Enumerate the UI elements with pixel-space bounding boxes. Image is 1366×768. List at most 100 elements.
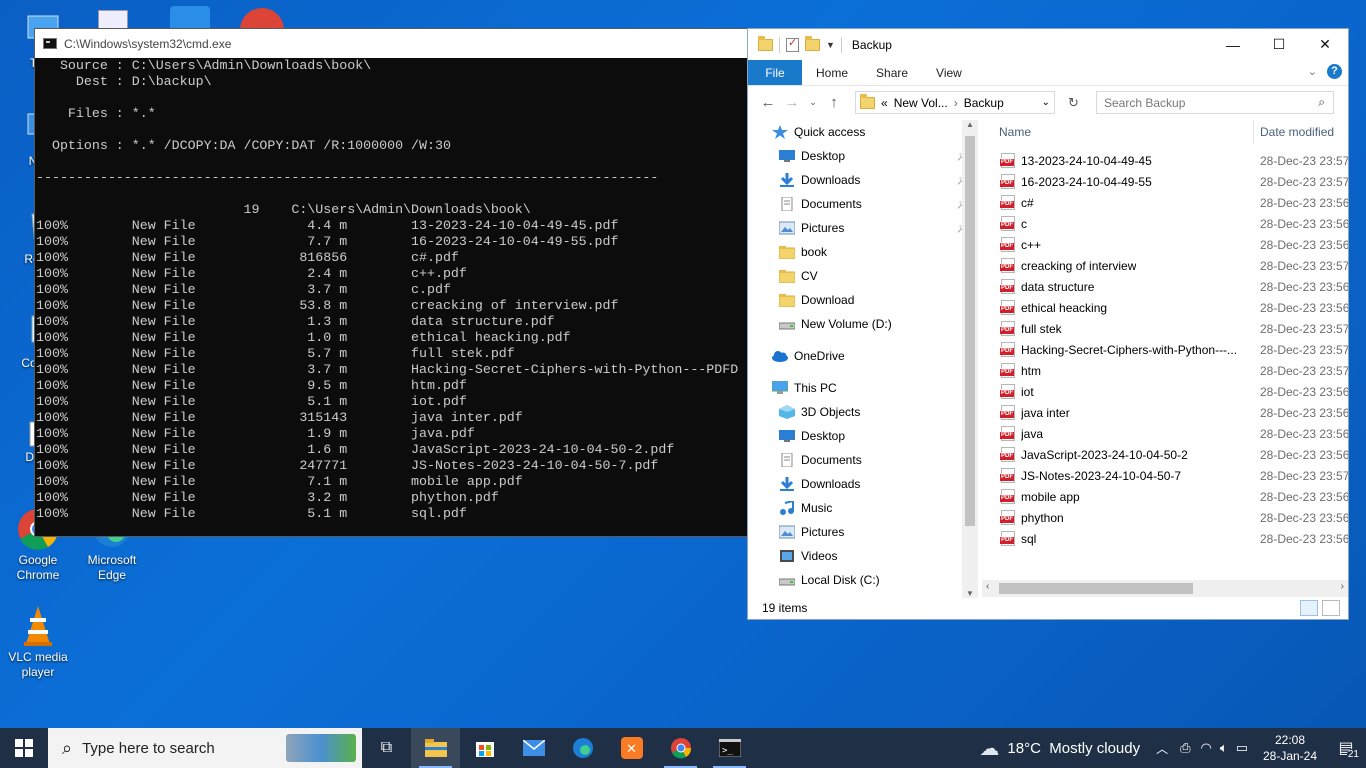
cmd-titlebar[interactable]: C:\Windows\system32\cmd.exe — [35, 29, 747, 58]
nav-item-documents[interactable]: Documents — [748, 448, 979, 472]
file-row[interactable]: htm 28-Dec-23 23:57 — [982, 360, 1348, 381]
battery-icon[interactable]: ▭ — [1236, 740, 1248, 756]
tab-share[interactable]: Share — [862, 60, 922, 85]
wifi-icon[interactable]: ◠ — [1201, 740, 1212, 756]
scroll-right-arrow-icon[interactable]: › — [1341, 581, 1344, 592]
up-arrow-icon[interactable]: ↑ — [822, 94, 846, 111]
nav-item-desktop[interactable]: Desktop📌︎ — [748, 144, 979, 168]
taskbar-file-explorer[interactable] — [411, 728, 460, 768]
taskbar-command-prompt[interactable]: >_ — [705, 728, 754, 768]
nav-item-this-pc[interactable]: This PC — [748, 376, 979, 400]
details-view-icon[interactable] — [1300, 600, 1318, 616]
nav-item-local-disk-c[interactable]: Local Disk (C:) — [748, 568, 979, 592]
word-doc-icon[interactable] — [98, 10, 128, 30]
search-input[interactable]: Search Backup ⌕ — [1096, 91, 1334, 114]
nav-item-new-volume-d[interactable]: New Volume (D:) — [748, 312, 979, 336]
nav-item-cv[interactable]: CV — [748, 264, 979, 288]
large-icons-view-icon[interactable] — [1322, 600, 1340, 616]
file-row[interactable]: c 28-Dec-23 23:56 — [982, 213, 1348, 234]
file-row[interactable]: c# 28-Dec-23 23:56 — [982, 192, 1348, 213]
navigation-pane-scrollbar[interactable]: ▲ ▼ — [962, 120, 978, 598]
file-row[interactable]: 13-2023-24-10-04-49-45 28-Dec-23 23:57 — [982, 150, 1348, 171]
start-button[interactable] — [0, 728, 48, 768]
nav-item-desktop[interactable]: Desktop — [748, 424, 979, 448]
scrollbar-thumb[interactable] — [999, 583, 1193, 594]
file-row[interactable]: creacking of interview 28-Dec-23 23:57 — [982, 255, 1348, 276]
breadcrumb-current[interactable]: Backup — [964, 96, 1004, 110]
file-row[interactable]: 16-2023-24-10-04-49-55 28-Dec-23 23:57 — [982, 171, 1348, 192]
maximize-button[interactable]: ☐ — [1256, 29, 1302, 60]
address-bar[interactable]: « New Vol... › Backup ⌄ — [855, 91, 1055, 114]
weather-text[interactable]: 18°C Mostly cloudy — [1007, 740, 1140, 757]
nav-item-downloads[interactable]: Downloads📌︎ — [748, 168, 979, 192]
cmd-window[interactable]: C:\Windows\system32\cmd.exe Source : C:\… — [34, 28, 748, 537]
customize-toolbar-chevron-icon[interactable]: ▼ — [826, 40, 835, 50]
file-row[interactable]: iot 28-Dec-23 23:56 — [982, 381, 1348, 402]
explorer-window[interactable]: ▼ Backup — ☐ ✕ File Home Share View ⌄ ? … — [747, 28, 1349, 620]
weather-cloud-icon[interactable]: ☁ — [979, 736, 999, 761]
forward-arrow-icon[interactable]: → — [780, 94, 804, 111]
scroll-left-arrow-icon[interactable]: ‹ — [986, 581, 989, 592]
close-button[interactable]: ✕ — [1302, 29, 1348, 60]
nav-item-book[interactable]: book — [748, 240, 979, 264]
file-row[interactable]: java 28-Dec-23 23:56 — [982, 423, 1348, 444]
nav-item-downloads[interactable]: Downloads — [748, 472, 979, 496]
show-hidden-icons-chevron-icon[interactable]: ︿ — [1156, 740, 1168, 757]
nav-item-documents[interactable]: Documents📌︎ — [748, 192, 979, 216]
meet-now-icon[interactable]: ⎙ — [1180, 740, 1190, 756]
new-folder-icon[interactable] — [805, 35, 820, 51]
nav-item-onedrive[interactable]: OneDrive — [748, 344, 979, 368]
taskbar-edge[interactable] — [558, 728, 607, 768]
nav-item-pictures[interactable]: Pictures — [748, 520, 979, 544]
file-row[interactable]: c++ 28-Dec-23 23:56 — [982, 234, 1348, 255]
tab-view[interactable]: View — [922, 60, 976, 85]
nav-item-quick-access[interactable]: Quick access — [748, 120, 979, 144]
nav-item-music[interactable]: Music — [748, 496, 979, 520]
cmd-console-output[interactable]: Source : C:\Users\Admin\Downloads\book\ … — [35, 58, 747, 536]
breadcrumb-separator[interactable]: › — [954, 96, 958, 110]
taskbar-mail[interactable] — [509, 728, 558, 768]
breadcrumb-overflow[interactable]: « — [881, 96, 888, 110]
column-divider[interactable] — [1253, 120, 1254, 144]
nav-item-download[interactable]: Download — [748, 288, 979, 312]
file-row[interactable]: java inter 28-Dec-23 23:56 — [982, 402, 1348, 423]
scrollbar-thumb[interactable] — [965, 136, 975, 526]
volume-icon[interactable]: 🔈︎ — [1220, 740, 1228, 756]
column-header-date-modified[interactable]: Date modified — [1260, 125, 1334, 139]
taskbar-xampp[interactable]: ✕ — [607, 728, 656, 768]
taskbar-chrome[interactable] — [656, 728, 705, 768]
back-arrow-icon[interactable]: ← — [756, 94, 780, 111]
notification-center-button[interactable]: ▤ 21 — [1326, 728, 1366, 768]
file-row[interactable]: JavaScript-2023-24-10-04-50-2 28-Dec-23 2… — [982, 444, 1348, 465]
tab-file[interactable]: File — [748, 60, 802, 85]
refresh-icon[interactable]: ↻ — [1068, 95, 1079, 111]
tab-home[interactable]: Home — [802, 60, 862, 85]
recent-locations-chevron-icon[interactable]: ⌄ — [804, 97, 822, 108]
breadcrumb-parent[interactable]: New Vol... — [894, 96, 948, 110]
chrome-icon[interactable] — [240, 8, 284, 30]
explorer-titlebar[interactable]: ▼ Backup — ☐ ✕ — [748, 29, 1348, 60]
expand-ribbon-chevron-icon[interactable]: ⌄ — [1308, 65, 1317, 78]
properties-icon[interactable] — [786, 36, 799, 52]
horizontal-scrollbar[interactable]: ‹ › — [982, 580, 1348, 597]
help-icon[interactable]: ? — [1327, 64, 1342, 79]
scroll-up-arrow-icon[interactable]: ▲ — [966, 120, 974, 129]
file-row[interactable]: Hacking-Secret-Ciphers-with-Python---...… — [982, 339, 1348, 360]
nav-item-3d-objects[interactable]: 3D Objects — [748, 400, 979, 424]
taskbar-search-box[interactable]: ⌕ Type here to search — [48, 728, 362, 768]
file-list[interactable]: ^ Name Date modified 13-2023-24-10-04-49… — [982, 120, 1348, 598]
column-header-name[interactable]: Name — [999, 125, 1031, 139]
taskbar-microsoft-store[interactable] — [460, 728, 509, 768]
file-row[interactable]: ethical heacking 28-Dec-23 23:56 — [982, 297, 1348, 318]
nav-item-videos[interactable]: Videos — [748, 544, 979, 568]
file-row[interactable]: mobile app 28-Dec-23 23:56 — [982, 486, 1348, 507]
minimize-button[interactable]: — — [1210, 29, 1256, 60]
clock[interactable]: 22:08 28-Jan-24 — [1254, 732, 1326, 764]
file-row[interactable]: data structure 28-Dec-23 23:56 — [982, 276, 1348, 297]
file-row[interactable]: full stek 28-Dec-23 23:57 — [982, 318, 1348, 339]
task-view-button[interactable]: ⧉ — [362, 728, 411, 768]
address-dropdown-chevron-icon[interactable]: ⌄ — [1042, 97, 1050, 108]
file-row[interactable]: phython 28-Dec-23 23:56 — [982, 507, 1348, 528]
vscode-icon[interactable] — [170, 6, 210, 28]
file-row[interactable]: JS-Notes-2023-24-10-04-50-7 28-Dec-23 23:… — [982, 465, 1348, 486]
